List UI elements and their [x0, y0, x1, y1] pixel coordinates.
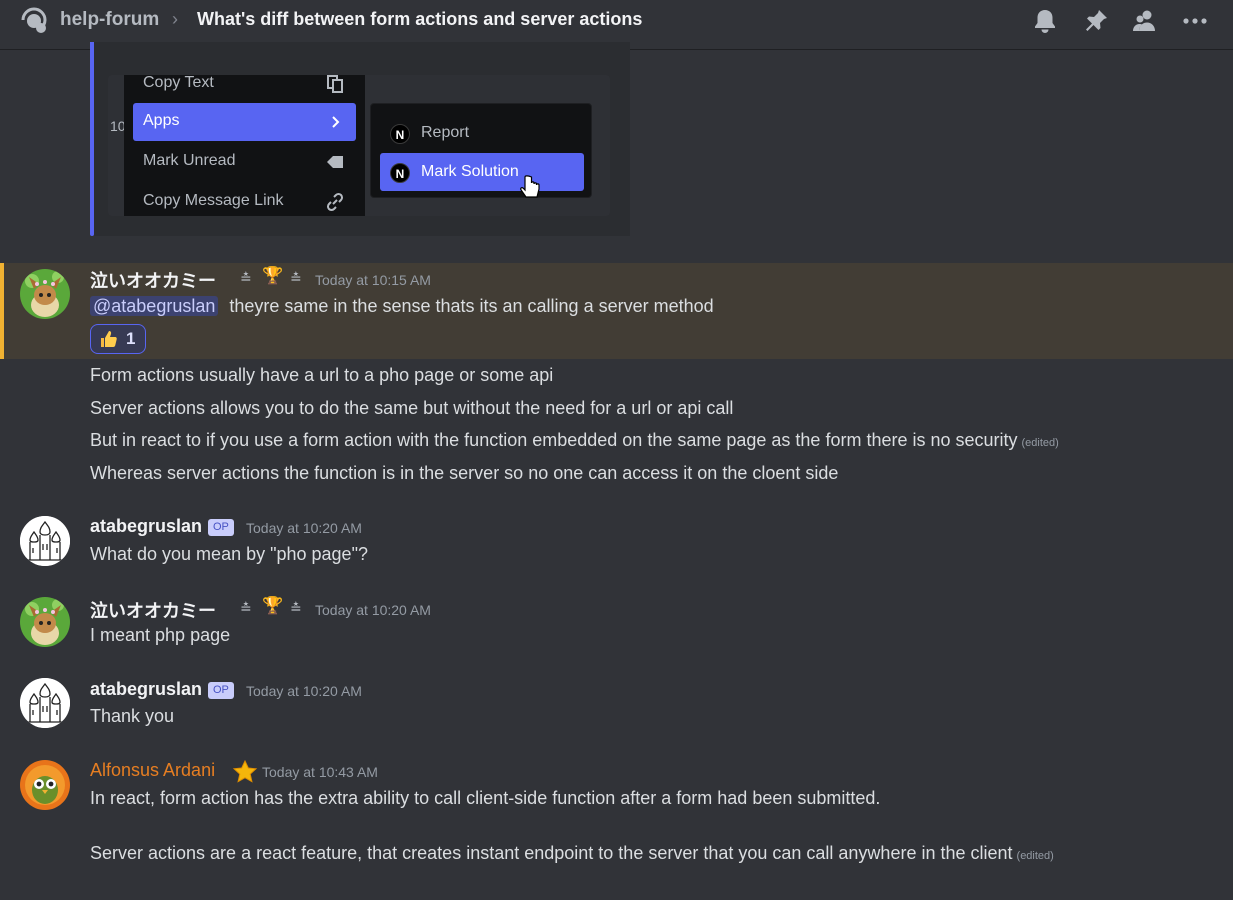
bell-icon[interactable] [1031, 7, 1059, 35]
star-icon [232, 759, 258, 783]
wolf-avatar-icon [20, 269, 70, 319]
forum-icon [21, 7, 47, 33]
edited-marker: (edited) [1021, 437, 1059, 449]
thread-title: What's diff between form actions and ser… [197, 9, 643, 29]
edited-marker: (edited) [1016, 850, 1054, 862]
reaction-thumbs-up[interactable]: 1 [90, 324, 146, 354]
submenu-item-report: N Report [380, 114, 584, 152]
owl-avatar-icon [20, 760, 70, 810]
avatar[interactable] [20, 269, 70, 319]
breadcrumb-separator: › [172, 9, 178, 29]
menu-item-label: Copy Message Link [143, 192, 284, 209]
menu-item-label: Apps [143, 112, 180, 129]
message-text: Form actions usually have a url to a pho… [90, 365, 554, 385]
menu-item-label: Copy Text [143, 74, 214, 91]
username[interactable]: 泣いオオカミー [90, 267, 216, 293]
cathedral-avatar-icon [20, 678, 70, 728]
thumbs-up-icon [101, 331, 117, 347]
menu-item-copy-message-link: Copy Message Link [124, 183, 365, 221]
nextjs-icon: N [390, 163, 410, 183]
mark-unread-icon [327, 156, 343, 168]
submenu-item-label: Mark Solution [421, 163, 519, 180]
menu-item-copy-text: Copy Text [124, 65, 365, 103]
avatar[interactable] [20, 760, 70, 810]
cathedral-avatar-icon [20, 516, 70, 566]
username[interactable]: Alfonsus Ardani [90, 760, 215, 781]
avatar[interactable] [20, 678, 70, 728]
role-icon: ≛ [240, 270, 252, 286]
role-icon: ≛ [240, 600, 252, 616]
trophy-icon: 🏆 [262, 596, 284, 615]
timestamp[interactable]: Today at 10:20 AM [246, 683, 362, 699]
message-text: theyre same in the sense thats its an ca… [229, 296, 714, 316]
menu-item-mark-unread: Mark Unread [124, 143, 365, 181]
role-icon: ≛ [290, 600, 302, 616]
context-menu: Copy Text Apps Mark Unread Copy Message … [124, 74, 365, 216]
message-text: I meant php page [90, 625, 231, 645]
username[interactable]: atabegruslan [90, 516, 202, 537]
message-text: Thank you [90, 706, 175, 726]
menu-item-apps: Apps [133, 103, 356, 141]
link-icon [326, 192, 344, 212]
message-content: Server actions are a react feature, that… [90, 843, 1054, 864]
avatar[interactable] [20, 516, 70, 566]
chevron-right-icon [332, 116, 340, 128]
message-text: In react, form action has the extra abil… [90, 788, 881, 808]
user-mention[interactable]: @atabegruslan [90, 296, 219, 316]
submenu-item-label: Report [421, 124, 470, 141]
timestamp[interactable]: Today at 10:20 AM [315, 602, 431, 618]
pin-icon[interactable] [1082, 7, 1110, 35]
menu-item-label: Mark Unread [143, 152, 236, 169]
apps-submenu: N Report N Mark Solution [370, 103, 592, 198]
timestamp[interactable]: Today at 10:20 AM [246, 520, 362, 536]
message-text: Server actions are a react feature, that… [90, 843, 1013, 863]
more-options-icon[interactable] [1181, 7, 1209, 35]
message-text: But in react to if you use a form action… [90, 430, 1018, 450]
message-text: Whereas server actions the function is i… [90, 463, 839, 483]
op-badge: OP [208, 519, 234, 536]
message-text: Server actions allows you to do the same… [90, 398, 734, 418]
timestamp[interactable]: Today at 10:43 AM [262, 764, 378, 780]
message-content: But in react to if you use a form action… [90, 430, 1059, 451]
members-icon[interactable] [1131, 7, 1159, 35]
copy-icon [327, 75, 343, 93]
submenu-item-mark-solution: N Mark Solution [380, 153, 584, 191]
hand-cursor-icon [520, 175, 540, 198]
avatar[interactable] [20, 597, 70, 647]
trophy-icon: 🏆 [262, 266, 284, 285]
wolf-avatar-icon [20, 597, 70, 647]
message-text: What do you mean by "pho page"? [90, 544, 368, 564]
nextjs-icon: N [390, 124, 410, 144]
channel-name[interactable]: help-forum [60, 9, 159, 31]
role-icon: ≛ [290, 270, 302, 286]
timestamp[interactable]: Today at 10:15 AM [315, 272, 431, 288]
username[interactable]: atabegruslan [90, 679, 202, 700]
message-content: @atabegruslan theyre same in the sense t… [90, 296, 714, 317]
op-badge: OP [208, 682, 234, 699]
username[interactable]: 泣いオオカミー [90, 597, 216, 623]
reaction-count: 1 [126, 329, 136, 348]
